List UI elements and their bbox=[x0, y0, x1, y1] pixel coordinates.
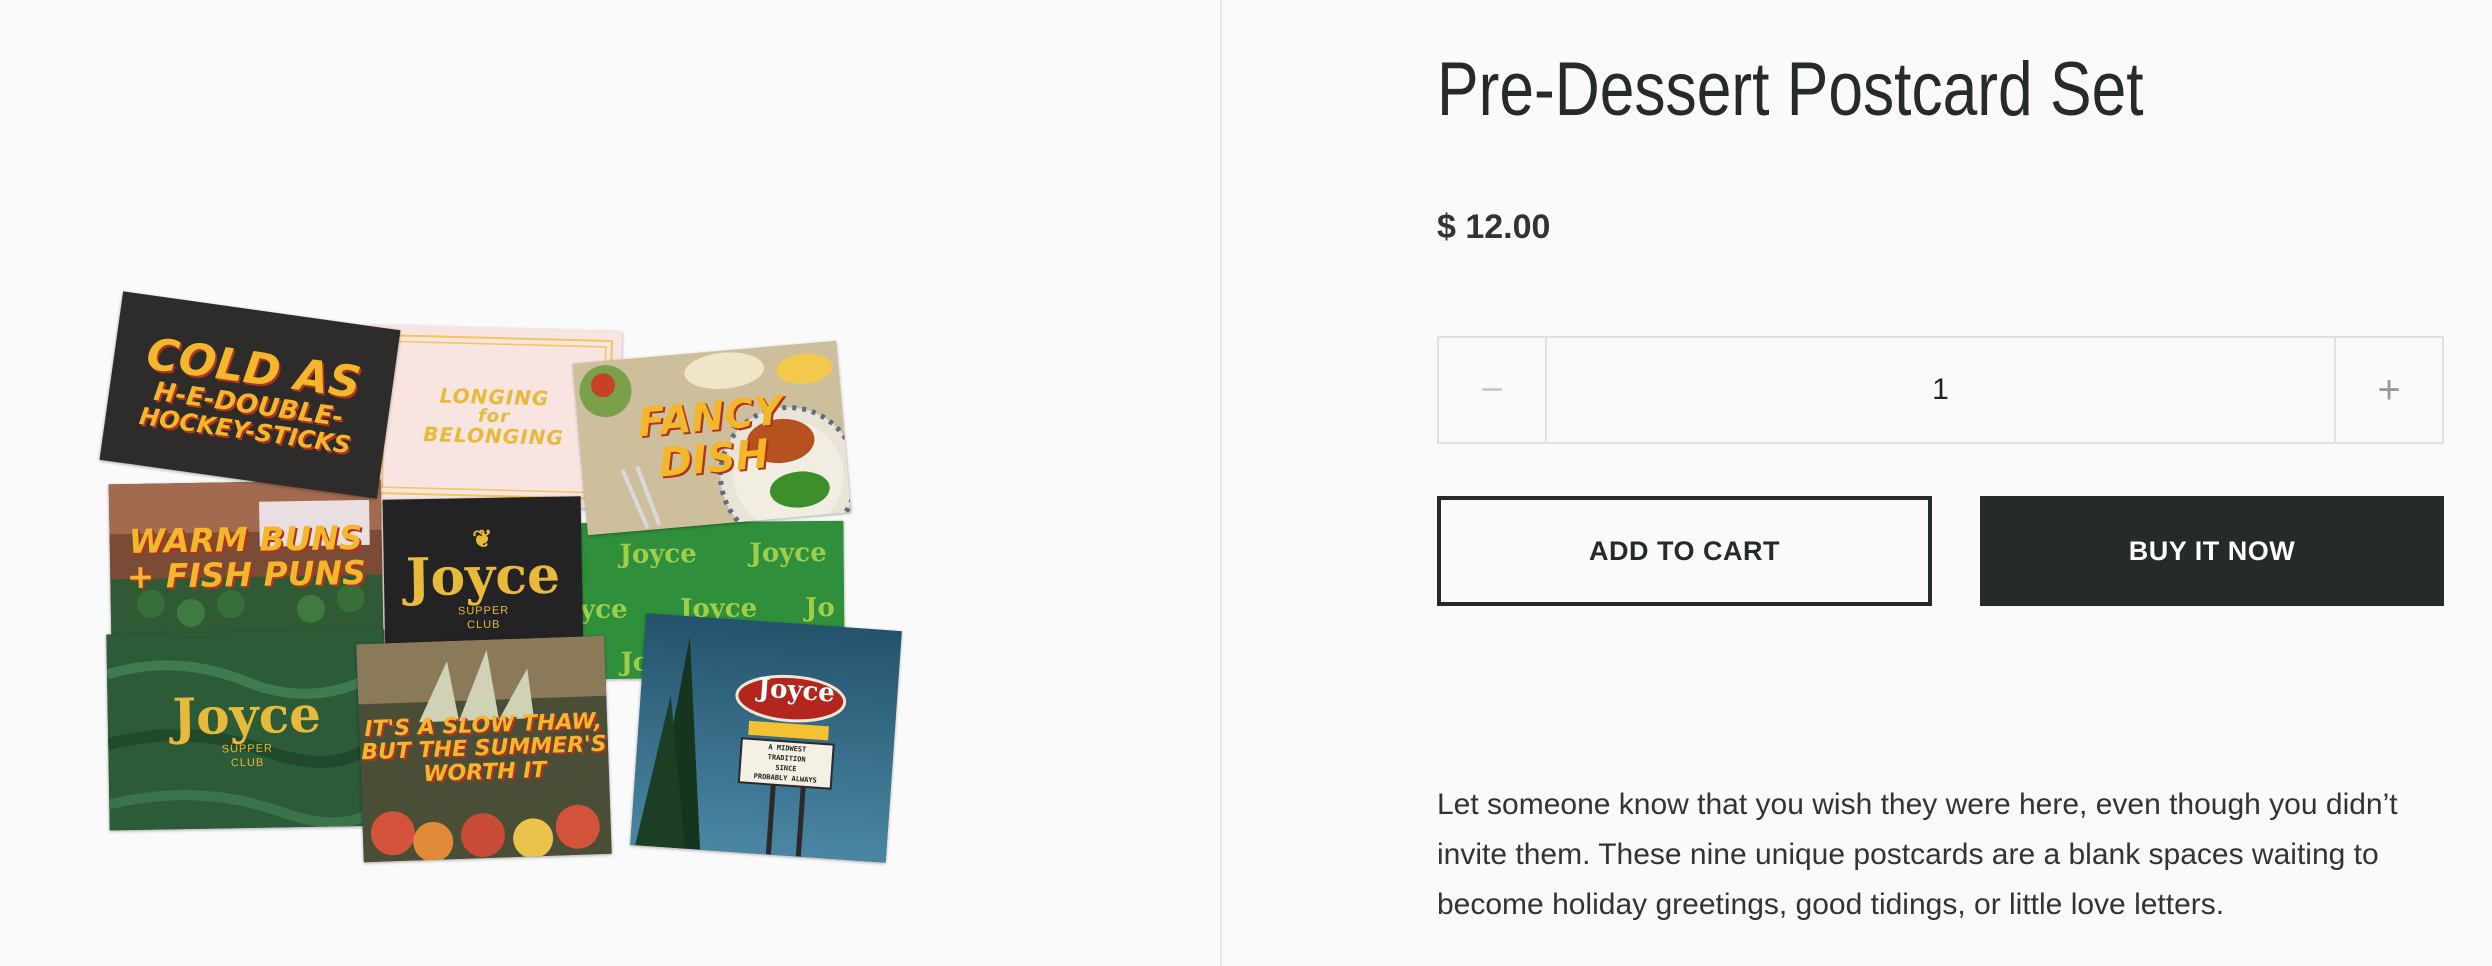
column-divider bbox=[1220, 0, 1222, 966]
joyce-logo: Joyce bbox=[172, 684, 322, 747]
product-description: Let someone know that you wish they were… bbox=[1437, 788, 2398, 921]
postcard-fancy-dish: FANCY DISH bbox=[573, 340, 851, 536]
quantity-stepper: − + bbox=[1437, 336, 2444, 444]
increase-quantity-button[interactable]: + bbox=[2334, 338, 2442, 442]
buy-it-now-button[interactable]: BUY IT NOW bbox=[1980, 496, 2444, 606]
product-price: $ 12.00 bbox=[1437, 208, 1551, 246]
club-label: CLUB bbox=[230, 756, 265, 770]
svg-text:Joyce: Joyce bbox=[747, 538, 826, 569]
product-title: Pre-Dessert Postcard Set bbox=[1437, 47, 2144, 132]
supper-label: SUPPER bbox=[457, 604, 510, 618]
postcard-slow-thaw: IT'S A SLOW THAW, BUT THE SUMMER'S WORTH… bbox=[356, 635, 612, 863]
svg-text:Jo: Jo bbox=[803, 593, 835, 623]
decrease-quantity-button[interactable]: − bbox=[1439, 338, 1547, 442]
postcard-cold-as: COLD AS H-E-DOUBLE- HOCKEY-STICKS bbox=[99, 291, 401, 499]
sign-overlay: Joyce A MIDWEST TRADITION SINCE PROBABLY… bbox=[630, 613, 902, 862]
add-to-cart-button[interactable]: ADD TO CART bbox=[1437, 496, 1932, 606]
card-text-line: + FISH PUNS bbox=[126, 552, 367, 597]
sign-text: A MIDWEST TRADITION SINCE PROBABLY ALWAY… bbox=[739, 740, 834, 786]
postcard-warm-buns: WARM BUNS + FISH PUNS bbox=[108, 479, 384, 637]
card-text-line: BELONGING bbox=[422, 422, 565, 451]
joyce-logo: Joyce bbox=[756, 673, 836, 709]
svg-text:Joyce: Joyce bbox=[617, 539, 696, 570]
supper-label: SUPPER bbox=[221, 742, 274, 756]
joyce-logo: Joyce bbox=[405, 544, 561, 609]
svg-text:yce: yce bbox=[579, 595, 627, 625]
postcard-joyce-green: Joyce SUPPER CLUB bbox=[106, 629, 388, 831]
postcard-joyce-sign: Joyce A MIDWEST TRADITION SINCE PROBABLY… bbox=[630, 613, 902, 863]
club-label: CLUB bbox=[467, 618, 501, 632]
product-image[interactable]: COLD AS H-E-DOUBLE- HOCKEY-STICKS LONGIN… bbox=[90, 290, 930, 880]
quantity-input[interactable] bbox=[1547, 338, 2334, 442]
